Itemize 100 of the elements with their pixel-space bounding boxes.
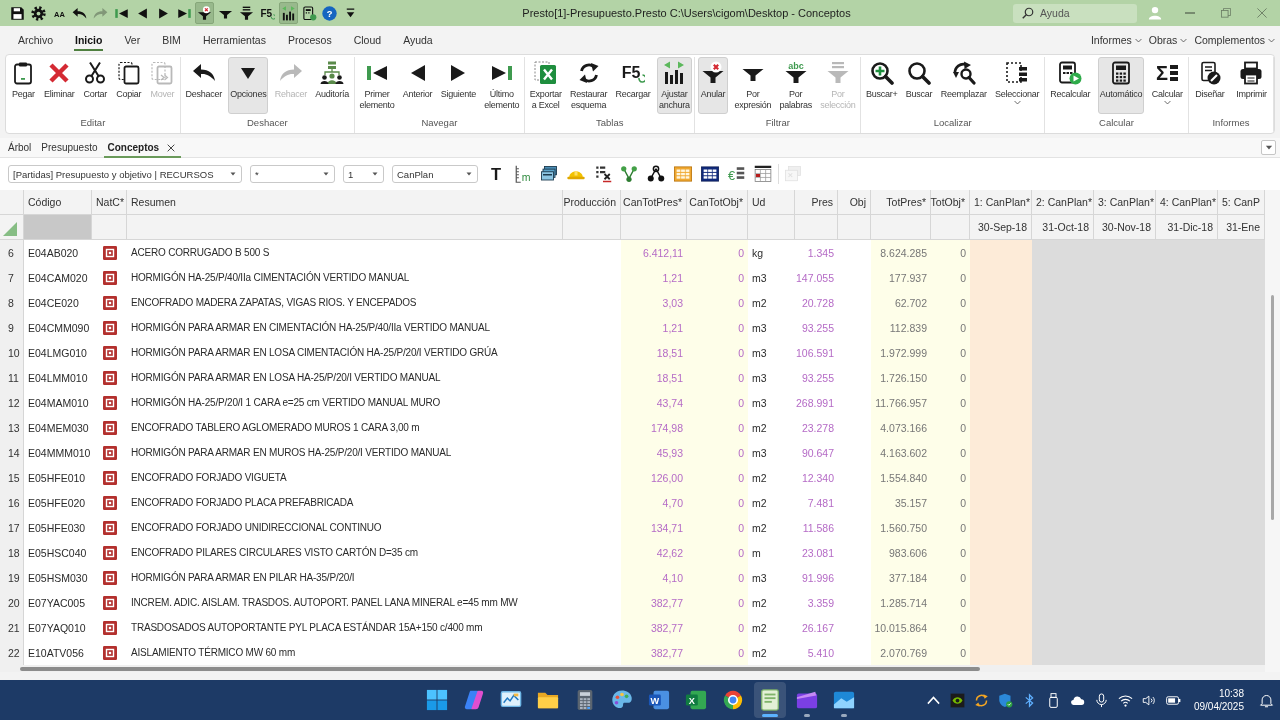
filter-cell[interactable] bbox=[931, 215, 970, 240]
column-header[interactable]: Producción bbox=[563, 190, 621, 215]
design-button[interactable]: Diseñar bbox=[1193, 57, 1227, 114]
speaker-icon[interactable] bbox=[1141, 692, 1157, 708]
reload-button[interactable]: F5 Recargar bbox=[613, 57, 653, 114]
filter-cell[interactable] bbox=[871, 215, 931, 240]
scrollbar-thumb[interactable] bbox=[20, 666, 980, 671]
search-plus-button[interactable]: Buscar+ bbox=[863, 57, 900, 114]
item-summary: HORMIGÓN PARA ARMAR EN MUROS HA-25/P/20/I VERTIDO MANUAL bbox=[130, 445, 453, 460]
close-icon[interactable] bbox=[167, 143, 176, 152]
replace-button[interactable]: Reemplazar bbox=[938, 57, 989, 114]
column-header[interactable]: 1: CanPlan* bbox=[970, 190, 1032, 215]
filter-cell[interactable] bbox=[838, 215, 871, 240]
view-dropdown[interactable]: [Partidas] Presupuesto y objetivo | RECURSOS bbox=[8, 165, 242, 183]
select-button[interactable]: Seleccionar bbox=[993, 57, 1042, 114]
column-header[interactable]: 2: CanPlan* bbox=[1032, 190, 1094, 215]
filter-cell[interactable] bbox=[24, 215, 92, 240]
document-tab[interactable]: Conceptos bbox=[103, 138, 182, 157]
taskbar-button[interactable]: W bbox=[642, 682, 675, 718]
undo-button[interactable]: Deshacer bbox=[183, 57, 225, 114]
filter-words-button[interactable]: abc Por palabras bbox=[777, 57, 814, 114]
nodes-icon bbox=[647, 165, 666, 183]
delete-button[interactable]: Eliminar bbox=[42, 57, 77, 114]
tabs-menu-button[interactable] bbox=[1261, 140, 1276, 155]
document-tab[interactable]: Árbol bbox=[4, 138, 36, 157]
filter-cell[interactable] bbox=[748, 215, 795, 240]
zoom-in-icon bbox=[869, 61, 894, 85]
options-button[interactable]: Opciones bbox=[228, 57, 269, 114]
ribbon-tab[interactable]: Cloud bbox=[342, 26, 393, 54]
ribbon-tab[interactable]: BIM bbox=[151, 26, 192, 54]
print-button[interactable]: Imprimir bbox=[1234, 57, 1269, 114]
export-excel-button[interactable]: Exportar a Excel bbox=[527, 57, 564, 114]
filter-cell[interactable] bbox=[621, 215, 687, 240]
menu-button[interactable]: Informes bbox=[1088, 30, 1144, 50]
column-header[interactable]: Código bbox=[24, 190, 92, 215]
column-header[interactable]: 5: CanP bbox=[1218, 190, 1265, 215]
column-header[interactable]: Pres bbox=[795, 190, 838, 215]
automatic-button[interactable]: Automático bbox=[1097, 57, 1145, 114]
view-dropdown[interactable]: CanPlan bbox=[392, 165, 478, 183]
filter-cell[interactable] bbox=[92, 215, 127, 240]
bell-icon[interactable] bbox=[1259, 692, 1274, 708]
search-field[interactable]: Ayuda bbox=[1013, 3, 1137, 23]
column-header[interactable]: NatC* bbox=[92, 190, 127, 215]
filter-cell[interactable] bbox=[687, 215, 748, 240]
horizontal-scrollbar[interactable] bbox=[0, 665, 1265, 672]
column-header[interactable]: TotPres* bbox=[871, 190, 931, 215]
last-button[interactable]: Último elemento bbox=[482, 57, 522, 114]
recalculate-button[interactable]: Recalcular bbox=[1048, 57, 1093, 114]
view-dropdown[interactable]: * bbox=[250, 165, 335, 183]
sync-icon[interactable] bbox=[973, 692, 989, 708]
ribbon-tab[interactable]: Ayuda bbox=[392, 26, 444, 54]
column-header[interactable]: TotObj* bbox=[931, 190, 970, 215]
item-code: E04CMM090 bbox=[27, 320, 91, 336]
clear-filter-button[interactable] bbox=[195, 2, 215, 24]
column-header[interactable]: 3: CanPlan* bbox=[1094, 190, 1156, 215]
fit-width-button[interactable]: Ajustar anchura bbox=[656, 57, 692, 114]
column-header[interactable]: CanTotPres* bbox=[621, 190, 687, 215]
ribbon-tab[interactable]: Procesos bbox=[276, 26, 343, 54]
copy-button[interactable]: Copiar bbox=[113, 57, 144, 114]
first-button[interactable]: Primer elemento bbox=[357, 57, 397, 114]
taskbar-button[interactable] bbox=[753, 682, 786, 718]
column-header[interactable]: CanTotObj* bbox=[687, 190, 748, 215]
ribbon-tab[interactable]: Herramientas bbox=[191, 26, 277, 54]
document-tab[interactable]: Presupuesto bbox=[37, 138, 102, 157]
calculate-button[interactable]: Σ Calcular bbox=[1149, 57, 1185, 114]
column-header[interactable]: 4: CanPlan* bbox=[1156, 190, 1218, 215]
chip-icon[interactable] bbox=[949, 692, 965, 708]
menu-button[interactable]: Obras bbox=[1146, 30, 1190, 50]
fit-width-button[interactable] bbox=[278, 2, 298, 24]
corner-cell[interactable] bbox=[0, 190, 24, 215]
landscape-icon bbox=[832, 689, 855, 711]
scrollbar-thumb[interactable] bbox=[1271, 295, 1274, 520]
view-dropdown[interactable]: 1 bbox=[343, 165, 384, 183]
clock-date[interactable]: 09/04/2025 bbox=[1193, 700, 1244, 713]
filter-cell[interactable] bbox=[563, 215, 621, 240]
paste-button[interactable]: Pegar bbox=[8, 57, 39, 114]
next-button[interactable]: Siguiente bbox=[438, 57, 478, 114]
search-button[interactable]: Buscar bbox=[903, 57, 935, 114]
microphone-icon[interactable] bbox=[1093, 692, 1109, 708]
filter-expression-button[interactable]: Por expresión bbox=[732, 57, 774, 114]
filter-cell[interactable] bbox=[795, 215, 838, 240]
wifi-icon[interactable] bbox=[1117, 692, 1133, 708]
taskbar-button[interactable]: X bbox=[679, 682, 712, 718]
column-header[interactable]: Obj bbox=[838, 190, 871, 215]
shield-icon[interactable] bbox=[997, 692, 1013, 708]
ribbon-tab[interactable]: Inicio bbox=[64, 26, 114, 54]
restore-layout-button[interactable]: Restaurar esquema bbox=[568, 57, 610, 114]
ribbon-tab[interactable]: Archivo bbox=[7, 26, 64, 54]
clear-filter-button[interactable]: Anular bbox=[698, 57, 729, 114]
filter-cell[interactable] bbox=[127, 215, 563, 240]
cut-button[interactable]: Cortar bbox=[80, 57, 111, 114]
vertical-scrollbar[interactable] bbox=[1265, 190, 1280, 672]
quantity-value: 0 bbox=[737, 395, 745, 411]
clock-time[interactable]: 10:38 bbox=[1218, 687, 1244, 700]
audit-button[interactable]: Auditoría bbox=[313, 57, 352, 114]
column-header[interactable]: Resumen bbox=[127, 190, 563, 215]
previous-button[interactable]: Anterior bbox=[400, 57, 435, 114]
ribbon-tab[interactable]: Ver bbox=[113, 26, 152, 54]
menu-button[interactable]: Complementos bbox=[1192, 30, 1277, 50]
column-header[interactable]: Ud bbox=[748, 190, 795, 215]
